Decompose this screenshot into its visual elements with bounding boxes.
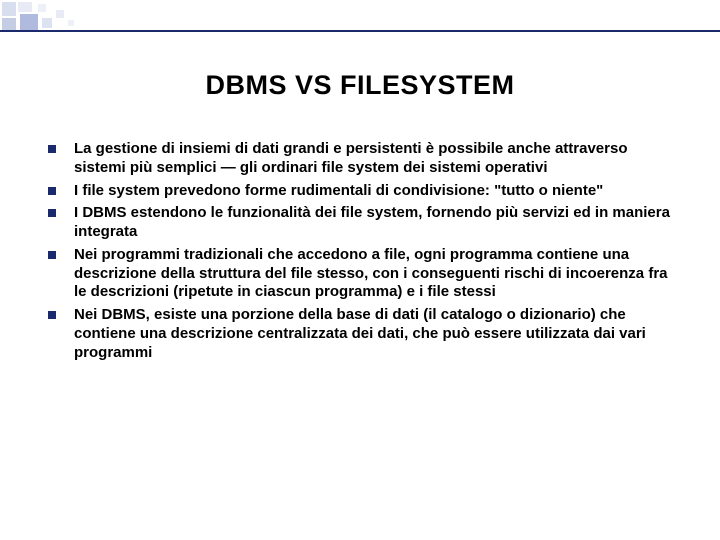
list-item: Nei programmi tradizionali che accedono … bbox=[48, 246, 678, 302]
list-item: I DBMS estendono le funzionalità dei fil… bbox=[48, 204, 678, 242]
bullet-text: La gestione di insiemi di dati grandi e … bbox=[74, 140, 678, 178]
square-bullet-icon bbox=[48, 311, 56, 319]
bullet-text: I file system prevedono forme rudimental… bbox=[74, 182, 603, 201]
list-item: La gestione di insiemi di dati grandi e … bbox=[48, 140, 678, 178]
header-decoration bbox=[0, 0, 720, 50]
bullet-text: Nei programmi tradizionali che accedono … bbox=[74, 246, 678, 302]
square-bullet-icon bbox=[48, 251, 56, 259]
bullet-text: I DBMS estendono le funzionalità dei fil… bbox=[74, 204, 678, 242]
bullet-text: Nei DBMS, esiste una porzione della base… bbox=[74, 306, 678, 362]
bullet-list: La gestione di insiemi di dati grandi e … bbox=[48, 140, 678, 366]
square-bullet-icon bbox=[48, 187, 56, 195]
list-item: Nei DBMS, esiste una porzione della base… bbox=[48, 306, 678, 362]
slide-title: DBMS VS FILESYSTEM bbox=[0, 70, 720, 101]
list-item: I file system prevedono forme rudimental… bbox=[48, 182, 678, 201]
square-bullet-icon bbox=[48, 145, 56, 153]
square-bullet-icon bbox=[48, 209, 56, 217]
